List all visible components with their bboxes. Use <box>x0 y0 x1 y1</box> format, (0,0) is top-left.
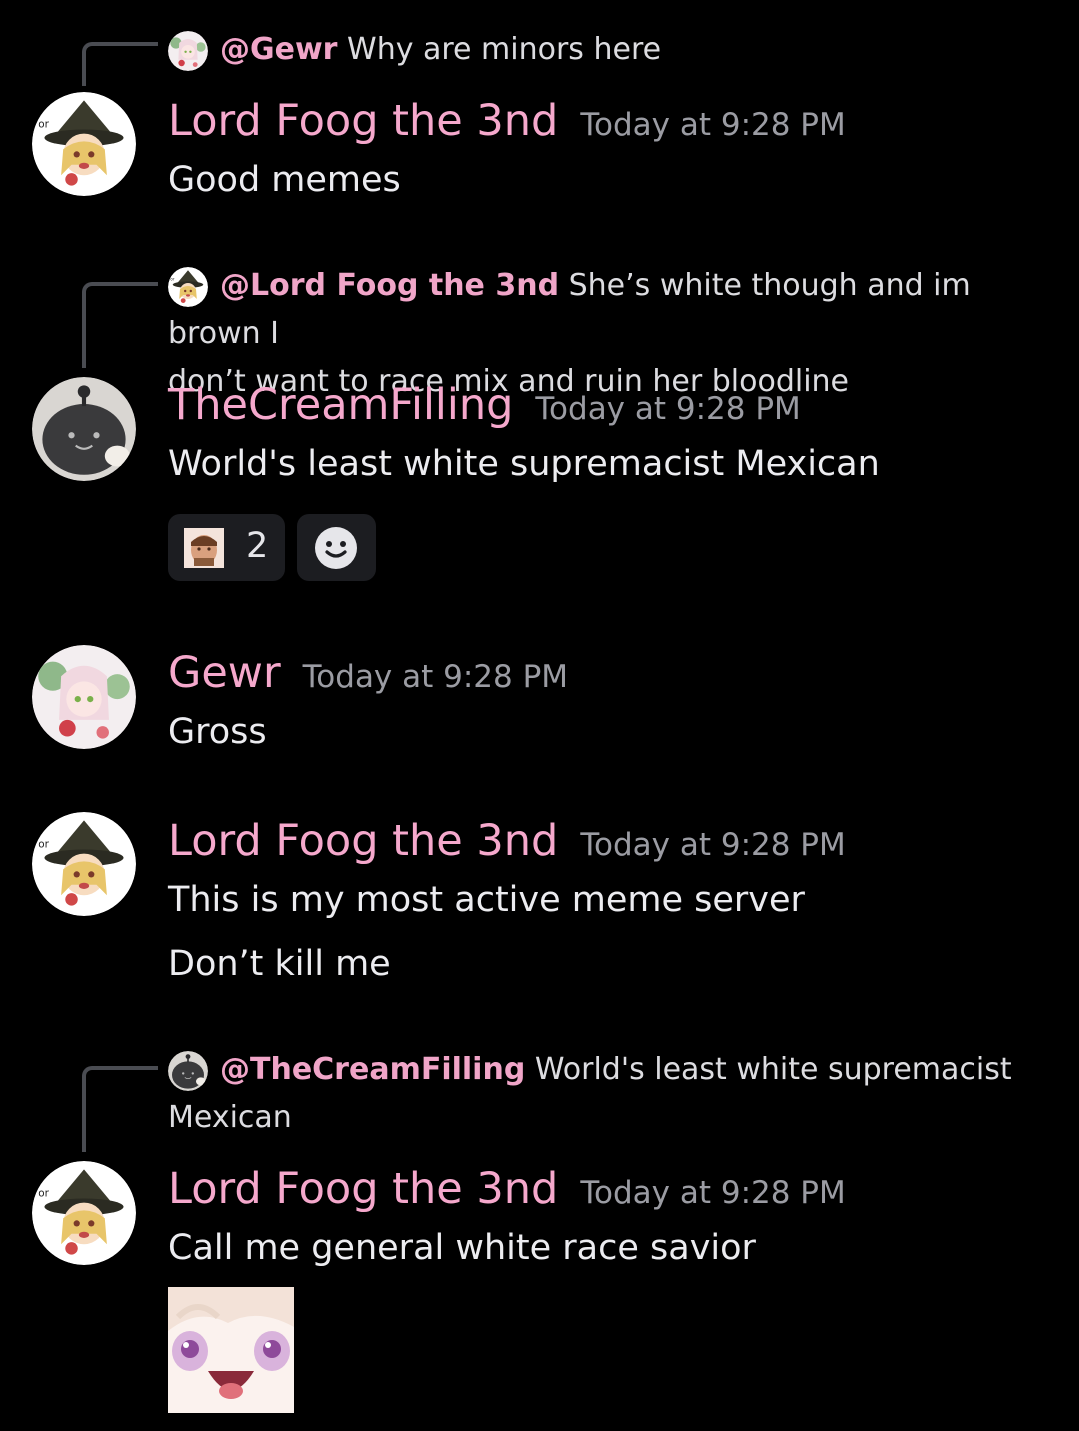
avatar[interactable] <box>32 92 136 196</box>
reply-preview[interactable]: @Gewr Why are minors here <box>168 26 661 74</box>
reaction-count: 2 <box>246 526 269 566</box>
reply-connector <box>82 1066 158 1152</box>
timestamp: Today at 9:28 PM <box>580 1175 846 1211</box>
message-header: Gewr Today at 9:28 PM <box>168 648 568 698</box>
reply-mention[interactable]: @Lord Foog the 3nd <box>220 268 559 303</box>
reply-text: World's least white supremacist <box>534 1052 1012 1087</box>
timestamp: Today at 9:28 PM <box>302 659 569 695</box>
message-text: Gross <box>168 712 267 752</box>
reply-mention[interactable]: @TheCreamFilling <box>220 1052 525 1087</box>
message-text: Good memes <box>168 160 401 200</box>
add-reaction-button[interactable] <box>297 514 376 581</box>
username[interactable]: Lord Foog the 3nd <box>168 96 558 146</box>
username[interactable]: Gewr <box>168 648 281 698</box>
username[interactable]: Lord Foog the 3nd <box>168 816 558 866</box>
reply-text-continued: Mexican <box>168 1100 292 1135</box>
reaction-gigachad[interactable]: 2 <box>168 514 285 581</box>
sticker-attachment[interactable] <box>168 1287 294 1413</box>
reply-mention[interactable]: @Gewr <box>220 32 337 67</box>
avatar[interactable] <box>32 645 136 749</box>
message-header: TheCreamFilling Today at 9:28 PM <box>168 380 801 430</box>
message-header: Lord Foog the 3nd Today at 9:28 PM <box>168 1164 846 1214</box>
message-text: World's least white supremacist Mexican <box>168 444 880 484</box>
username[interactable]: Lord Foog the 3nd <box>168 1164 558 1214</box>
message-header: Lord Foog the 3nd Today at 9:28 PM <box>168 816 846 866</box>
avatar-foog-mini <box>168 267 208 307</box>
smiley-icon <box>314 526 358 570</box>
gigachad-emoji-icon <box>184 528 224 568</box>
avatar[interactable] <box>32 1161 136 1265</box>
username[interactable]: TheCreamFilling <box>168 380 513 430</box>
avatar[interactable] <box>32 812 136 916</box>
reply-text: Why are minors here <box>347 32 662 67</box>
reply-connector <box>82 42 158 86</box>
reply-preview[interactable]: @TheCreamFilling World's least white sup… <box>168 1046 1048 1142</box>
message-header: Lord Foog the 3nd Today at 9:28 PM <box>168 96 846 146</box>
message-text: This is my most active meme server <box>168 880 805 920</box>
avatar-gewr-mini <box>168 31 208 71</box>
timestamp: Today at 9:28 PM <box>580 827 846 863</box>
avatar-cream-mini <box>168 1051 208 1091</box>
message-text: Call me general white race savior <box>168 1228 756 1268</box>
timestamp: Today at 9:28 PM <box>535 391 801 427</box>
reply-connector <box>82 282 158 368</box>
timestamp: Today at 9:28 PM <box>580 107 846 143</box>
avatar[interactable] <box>32 377 136 481</box>
message-text: Don’t kill me <box>168 944 391 984</box>
